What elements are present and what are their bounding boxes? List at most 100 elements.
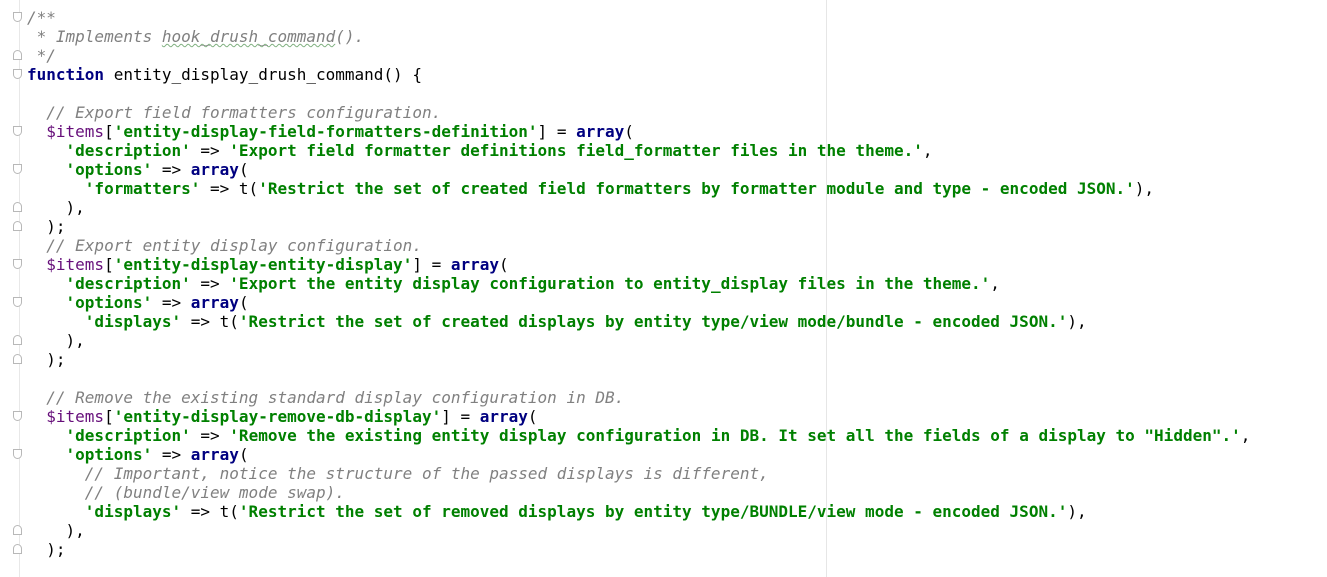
code-token: ,: [922, 141, 933, 160]
code-line[interactable]: ),: [13, 521, 1327, 540]
code-token: entity_display_drush_command() {: [104, 65, 422, 84]
code-line[interactable]: // Important, notice the structure of th…: [27, 464, 1327, 483]
code-token: array: [190, 445, 239, 464]
code-line[interactable]: ),: [13, 331, 1327, 350]
code-line[interactable]: 'formatters' => t('Restrict the set of c…: [27, 179, 1327, 198]
code-line[interactable]: ),: [13, 198, 1327, 217]
code-token: 'Restrict the set of created field forma…: [258, 179, 1135, 198]
fold-open-icon[interactable]: [13, 164, 22, 174]
code-token: 'options': [27, 293, 153, 312]
code-token: // Export field formatters configuration…: [27, 103, 442, 122]
code-token: /**: [27, 8, 56, 27]
code-line[interactable]: /**: [13, 8, 1327, 27]
fold-open-icon[interactable]: [13, 411, 22, 421]
fold-close-icon[interactable]: [13, 221, 22, 231]
code-token: * Implements: [27, 27, 162, 46]
code-token: 'Export field formatter definitions fiel…: [229, 141, 923, 160]
code-token: ,: [1240, 426, 1251, 445]
code-token: => t(: [181, 312, 239, 331]
code-token: =>: [152, 160, 191, 179]
code-line[interactable]: 'description' => 'Export the entity disp…: [27, 274, 1327, 293]
code-token: 'Export the entity display configuration…: [229, 274, 991, 293]
code-token: array: [450, 255, 500, 274]
code-token: =>: [190, 426, 230, 445]
code-token: 'options': [27, 160, 153, 179]
code-token: 'entity-display-entity-display': [113, 255, 413, 274]
fold-open-icon[interactable]: [13, 126, 22, 136]
fold-open-icon[interactable]: [13, 259, 22, 269]
code-line[interactable]: [27, 84, 1327, 103]
code-token: 'entity-display-remove-db-display': [113, 407, 442, 426]
code-token: => t(: [181, 502, 239, 521]
code-token: ),: [27, 521, 85, 540]
code-token: );: [27, 350, 66, 369]
fold-close-icon[interactable]: [13, 50, 22, 60]
code-token: );: [27, 540, 66, 559]
code-token: ),: [1067, 502, 1087, 521]
code-token: (: [238, 293, 249, 312]
code-line[interactable]: 'description' => 'Export field formatter…: [27, 141, 1327, 160]
code-token: // Export entity display configuration.: [27, 236, 422, 255]
code-token: ),: [1067, 312, 1087, 331]
code-line[interactable]: * Implements hook_drush_command().: [27, 27, 1327, 46]
code-line[interactable]: 'options' => array(: [13, 445, 1327, 464]
code-line[interactable]: $items['entity-display-field-formatters-…: [13, 122, 1327, 141]
code-token: =>: [152, 293, 191, 312]
code-token: ] =: [441, 407, 480, 426]
code-token: array: [190, 160, 239, 179]
fold-close-icon[interactable]: [13, 544, 22, 554]
code-token: 'Restrict the set of created displays by…: [238, 312, 1068, 331]
code-token: [: [104, 407, 114, 426]
code-token: (: [238, 445, 249, 464]
fold-close-icon[interactable]: [13, 202, 22, 212]
code-line[interactable]: */: [13, 46, 1327, 65]
fold-close-icon[interactable]: [13, 525, 22, 535]
code-line[interactable]: );: [13, 350, 1327, 369]
code-token: 'displays': [27, 312, 182, 331]
code-line[interactable]: 'options' => array(: [13, 293, 1327, 312]
code-token: [: [104, 255, 114, 274]
fold-open-icon[interactable]: [13, 12, 22, 22]
code-token: 'formatters': [27, 179, 201, 198]
editor-gutter: [0, 0, 26, 577]
code-token: 'description': [27, 426, 191, 445]
code-line[interactable]: // Remove the existing standard display …: [27, 388, 1327, 407]
fold-open-icon[interactable]: [13, 449, 22, 459]
code-editor[interactable]: /** * Implements hook_drush_command(). *…: [13, 8, 1327, 559]
fold-open-icon[interactable]: [13, 69, 22, 79]
code-line[interactable]: [27, 369, 1327, 388]
code-token: ] =: [412, 255, 451, 274]
code-line[interactable]: 'displays' => t('Restrict the set of rem…: [27, 502, 1327, 521]
code-line[interactable]: 'options' => array(: [13, 160, 1327, 179]
code-line[interactable]: $items['entity-display-entity-display'] …: [13, 255, 1327, 274]
code-token: (: [238, 160, 249, 179]
code-token: =>: [190, 274, 230, 293]
fold-close-icon[interactable]: [13, 354, 22, 364]
code-token: ,: [990, 274, 1000, 293]
code-line[interactable]: function entity_display_drush_command() …: [13, 65, 1327, 84]
code-line[interactable]: );: [13, 217, 1327, 236]
code-line[interactable]: // Export entity display configuration.: [27, 236, 1327, 255]
fold-close-icon[interactable]: [13, 335, 22, 345]
code-token: (: [624, 122, 634, 141]
code-token: 'description': [27, 141, 191, 160]
code-token: ().: [335, 27, 365, 46]
fold-open-icon[interactable]: [13, 297, 22, 307]
code-token: ),: [27, 198, 85, 217]
code-line[interactable]: // Export field formatters configuration…: [27, 103, 1327, 122]
code-token: =>: [190, 141, 230, 160]
code-token: $items: [27, 255, 105, 274]
code-line[interactable]: $items['entity-display-remove-db-display…: [13, 407, 1327, 426]
code-token: */: [27, 46, 56, 65]
code-line[interactable]: 'displays' => t('Restrict the set of cre…: [27, 312, 1327, 331]
code-token: ),: [27, 331, 85, 350]
code-line[interactable]: // (bundle/view mode swap).: [27, 483, 1327, 502]
code-token: hook_drush_command: [161, 27, 336, 46]
code-token: $items: [27, 407, 105, 426]
gutter-separator: [19, 0, 20, 577]
code-token: array: [576, 122, 625, 141]
code-token: (: [527, 407, 538, 426]
code-line[interactable]: );: [13, 540, 1327, 559]
code-line[interactable]: 'description' => 'Remove the existing en…: [27, 426, 1327, 445]
code-token: // (bundle/view mode swap).: [27, 483, 345, 502]
